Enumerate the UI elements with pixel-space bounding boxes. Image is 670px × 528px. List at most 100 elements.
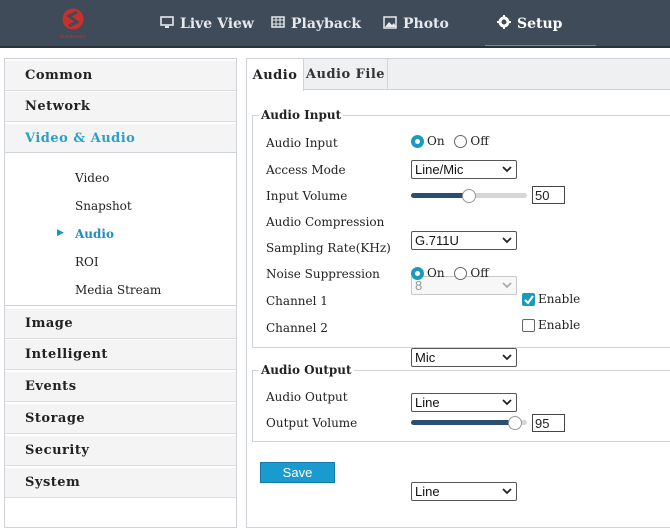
submenu-item-audio[interactable]: Audio (75, 227, 114, 241)
radio-dot-icon (454, 134, 468, 148)
access-mode-select[interactable]: Line/Mic (411, 160, 517, 179)
sidebar-item-label: Common (25, 68, 93, 83)
channel-1-enable-checkbox[interactable]: Enable (522, 292, 580, 306)
audio-output-select[interactable]: Line (411, 482, 517, 501)
checkbox-empty-icon (522, 318, 535, 332)
noise-suppression-radio-group: On Off (411, 266, 495, 283)
sidebar-item-label: Network (25, 99, 91, 114)
channel-2-enable-checkbox[interactable]: Enable (522, 318, 580, 332)
chevron-down-icon (502, 282, 512, 289)
sidebar-item-label: Storage (25, 411, 86, 426)
tab-photo-label: Photo (403, 16, 449, 32)
enable-label: Enable (538, 318, 581, 332)
tab-live-view-label: Live View (180, 16, 254, 32)
tab-audio-file-label: Audio File (305, 67, 386, 82)
tab-setup-label: Setup (517, 16, 563, 32)
audio-compression-select[interactable]: G.711U (411, 231, 517, 250)
input-volume-field[interactable]: 50 (532, 186, 565, 204)
sidebar-item-label: Security (25, 443, 90, 458)
tab-audio-file[interactable]: Audio File (304, 59, 388, 90)
sidebar-item-security[interactable]: Security (5, 436, 236, 466)
noise-suppression-on-radio[interactable]: On (411, 266, 445, 280)
chevron-down-icon (502, 488, 512, 495)
output-volume-label: Output Volume (266, 416, 358, 430)
radio-dot-icon (411, 266, 424, 280)
tab-setup[interactable]: Setup (485, 0, 596, 48)
logo-icon (62, 8, 84, 30)
submenu-item-roi[interactable]: ROI (75, 255, 99, 269)
audio-compression-label: Audio Compression (266, 215, 385, 229)
audio-output-group: Audio Output (252, 363, 670, 442)
tab-live-view[interactable]: Live View (160, 0, 254, 48)
input-volume-slider-fill (411, 193, 469, 198)
tab-audio[interactable]: Audio (247, 59, 304, 91)
radio-dot-icon (454, 266, 468, 280)
sampling-rate-label: Sampling Rate(KHz) (266, 241, 391, 255)
sidebar-item-network[interactable]: Network (5, 92, 236, 122)
access-mode-label: Access Mode (266, 163, 346, 177)
save-button[interactable]: Save (260, 462, 335, 483)
sidebar-item-label: Video & Audio (25, 131, 136, 146)
output-volume-field[interactable]: 95 (532, 414, 565, 432)
radio-dot-icon (411, 134, 424, 148)
submenu-item-snapshot[interactable]: Snapshot (75, 199, 132, 213)
image-icon (383, 15, 397, 33)
channel-1-label: Channel 1 (266, 294, 328, 308)
radio-off-label: Off (470, 266, 489, 280)
sidebar-item-video-audio[interactable]: Video & Audio (5, 124, 236, 154)
video-audio-submenu: Video Snapshot ▶ Audio ROI Media Stream (5, 152, 236, 306)
noise-suppression-off-radio[interactable]: Off (454, 266, 489, 280)
tab-photo[interactable]: Photo (383, 0, 449, 48)
audio-output-label: Audio Output (266, 390, 348, 404)
brand-logo: Grandstream (52, 4, 94, 44)
subpage-tabs: Audio Audio File (247, 59, 670, 91)
noise-suppression-label: Noise Suppression (266, 267, 380, 281)
sidebar-item-image[interactable]: Image (5, 309, 236, 339)
audio-output-legend: Audio Output (259, 363, 354, 377)
tab-playback-label: Playback (291, 16, 362, 32)
audio-input-on-radio[interactable]: On (411, 134, 445, 148)
access-mode-value: Line/Mic (415, 162, 464, 177)
input-volume-slider-thumb[interactable] (462, 189, 476, 203)
audio-settings-panel: Audio Audio File Audio Input Audio Input… (246, 58, 670, 528)
sidebar-item-events[interactable]: Events (5, 372, 236, 402)
sidebar-item-storage[interactable]: Storage (5, 404, 236, 434)
sidebar-item-label: Intelligent (25, 347, 108, 362)
topbar-divider (0, 46, 670, 48)
sidebar-item-label: Events (25, 379, 77, 394)
logo-text: Grandstream (59, 34, 87, 39)
channel-2-label: Channel 2 (266, 321, 328, 335)
sidebar-item-label: System (25, 475, 81, 490)
sidebar-item-intelligent[interactable]: Intelligent (5, 340, 236, 370)
submenu-item-media-stream[interactable]: Media Stream (75, 283, 161, 297)
sidebar-item-common[interactable]: Common (5, 61, 236, 91)
chevron-down-icon (502, 237, 512, 244)
output-volume-slider-thumb[interactable] (508, 416, 522, 430)
tab-audio-label: Audio (252, 67, 298, 83)
sidebar-item-label: Image (25, 316, 74, 331)
radio-off-label: Off (470, 134, 489, 148)
monitor-icon (160, 15, 174, 33)
film-icon (271, 16, 285, 32)
top-navigation-bar: Grandstream Live View Playback Photo Set… (0, 0, 670, 48)
audio-input-radio-group: On Off (411, 134, 495, 151)
output-volume-slider-fill (411, 420, 515, 425)
submenu-item-video[interactable]: Video (75, 171, 109, 185)
audio-compression-value: G.711U (415, 233, 459, 248)
input-volume-label: Input Volume (266, 189, 348, 203)
audio-output-value: Line (415, 484, 440, 499)
audio-input-off-radio[interactable]: Off (454, 134, 489, 148)
radio-on-label: On (427, 134, 445, 148)
chevron-down-icon (502, 166, 512, 173)
channel-1-select[interactable]: Mic (411, 348, 517, 367)
radio-on-label: On (427, 266, 445, 280)
audio-input-label: Audio Input (266, 136, 338, 150)
setup-sidebar: Common Network Video & Audio Video Snaps… (4, 58, 237, 528)
active-arrow-icon: ▶ (57, 228, 64, 238)
gear-icon (497, 15, 511, 33)
audio-input-legend: Audio Input (259, 108, 344, 122)
enable-label: Enable (538, 292, 581, 306)
sidebar-item-system[interactable]: System (5, 468, 236, 498)
tab-playback[interactable]: Playback (271, 0, 361, 48)
checkmark-icon (522, 292, 535, 306)
